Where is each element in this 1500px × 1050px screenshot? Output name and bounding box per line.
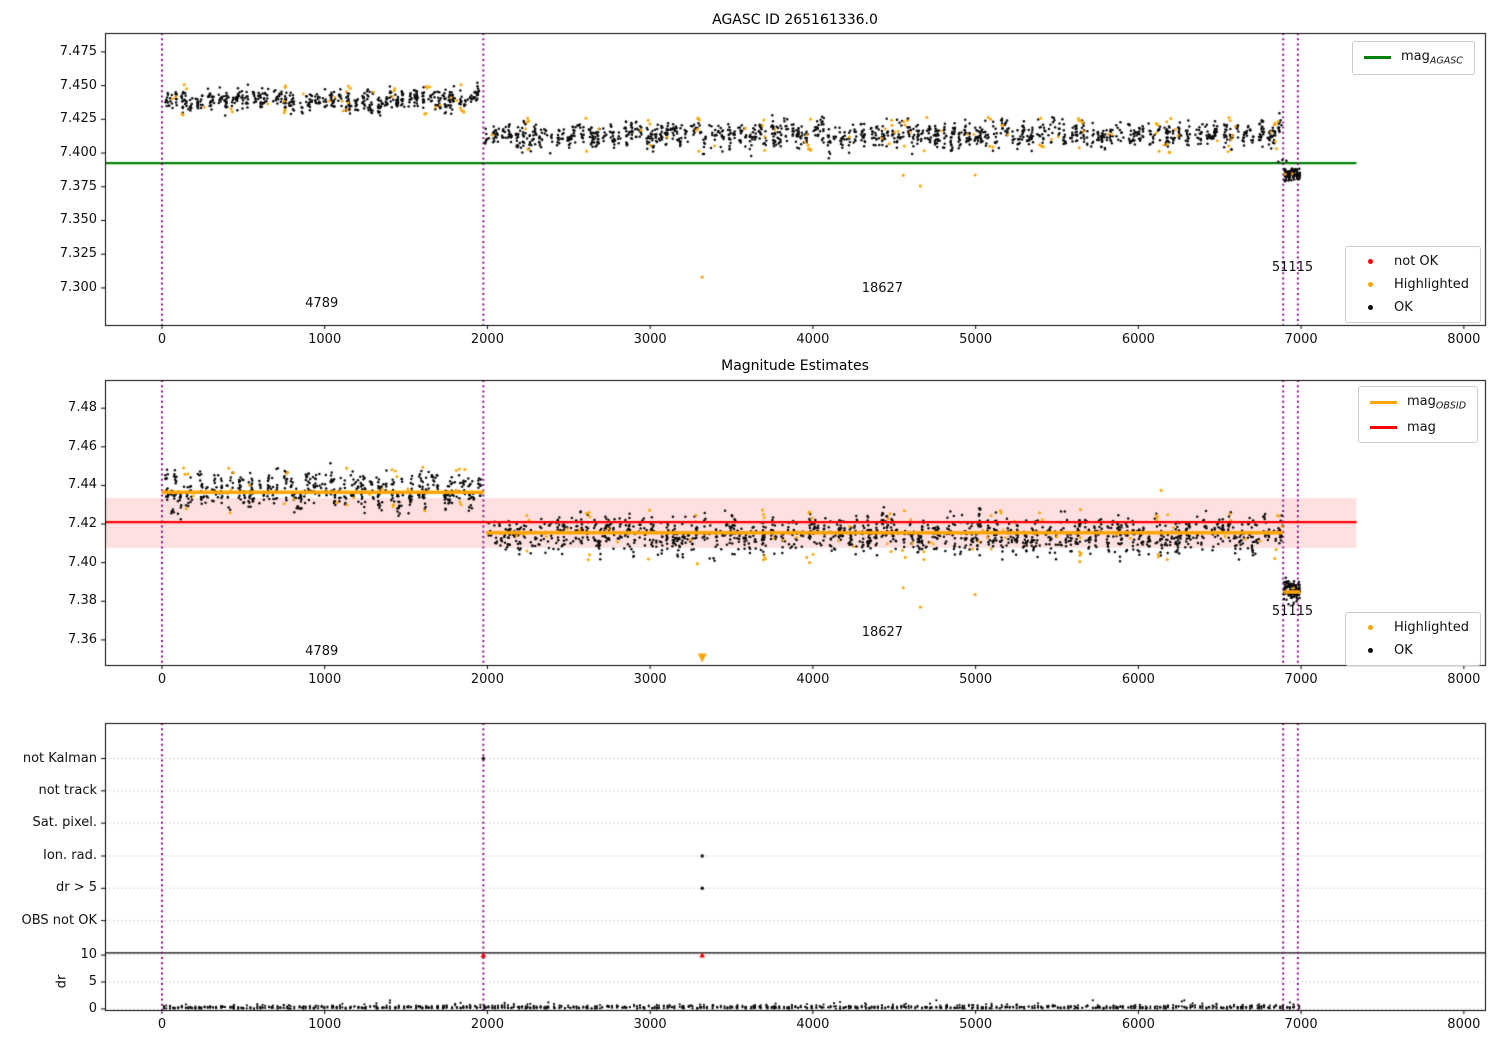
x-tick-label: 7000	[1284, 1017, 1318, 1032]
x-tick-label: 2000	[470, 332, 504, 347]
legend-dot-swatch	[1357, 305, 1384, 310]
x-tick-label: 6000	[1121, 1017, 1155, 1032]
x-tick-label: 0	[157, 672, 167, 687]
x-tick-label: 8000	[1447, 332, 1481, 347]
legend-entry: OK	[1357, 643, 1469, 658]
legend-label: OK	[1394, 643, 1413, 658]
x-tick-label: 4000	[796, 332, 830, 347]
legend-label: magAGASC	[1401, 49, 1463, 67]
y-tick-label: 7.36	[68, 631, 97, 647]
legend-entry: not OK	[1357, 254, 1469, 269]
y-tick-label: OBS not OK	[21, 912, 98, 928]
y-tick-label: 7.300	[59, 279, 97, 295]
legend-entry: magAGASC	[1364, 49, 1463, 67]
legend-chart0-1: not OK Highlighted OK	[1345, 246, 1481, 323]
x-tick-label: 3000	[633, 672, 667, 687]
y-tick-label: 0	[88, 1000, 97, 1016]
middle-chart-title: Magnitude Estimates	[721, 358, 869, 374]
legend-entry: magOBSID	[1370, 394, 1466, 412]
x-tick-label: 3000	[633, 1017, 667, 1032]
y-tick-label: 7.350	[59, 212, 97, 228]
legend-line-swatch	[1370, 425, 1397, 429]
x-tick-label: 5000	[959, 672, 993, 687]
x-tick-label: 4000	[796, 1017, 830, 1032]
y-tick-label: not track	[38, 782, 97, 798]
x-tick-label: 3000	[633, 332, 667, 347]
x-tick-label: 2000	[470, 1017, 504, 1032]
y-tick-label: dr > 5	[55, 880, 97, 896]
y-tick-label: Sat. pixel.	[32, 815, 97, 831]
legend-entry: OK	[1357, 300, 1469, 315]
figure-canvas	[0, 0, 1500, 1050]
dr-axis-label: dr	[54, 974, 70, 989]
x-tick-label: 1000	[308, 1017, 342, 1032]
legend-chart1-1: Highlighted OK	[1345, 612, 1481, 666]
legend-entry: Highlighted	[1357, 620, 1469, 635]
y-tick-label: 5	[88, 974, 97, 989]
y-tick-label: not Kalman	[22, 750, 97, 766]
legend-entry: mag	[1370, 420, 1466, 435]
x-tick-label: 5000	[959, 332, 993, 347]
legend-line-swatch	[1370, 401, 1397, 405]
y-tick-label: Ion. rad.	[43, 848, 97, 863]
legend-label: OK	[1394, 300, 1413, 315]
y-tick-label: 7.48	[68, 400, 97, 416]
x-tick-label: 6000	[1121, 332, 1155, 347]
x-tick-label: 0	[157, 1017, 167, 1032]
legend-chart1-0: magOBSID mag	[1358, 386, 1479, 443]
legend-dot-swatch	[1357, 648, 1384, 653]
x-tick-label: 1000	[308, 332, 342, 347]
legend-dot-swatch	[1357, 259, 1384, 264]
y-tick-label: 7.400	[59, 145, 97, 161]
obsid-annotation: 51115	[1271, 259, 1314, 275]
x-tick-label: 7000	[1284, 672, 1318, 687]
legend-line-swatch	[1364, 56, 1391, 60]
x-tick-label: 6000	[1121, 672, 1155, 687]
legend-chart0-0: magAGASC	[1352, 41, 1475, 75]
obsid-annotation: 18627	[861, 281, 904, 297]
x-tick-label: 4000	[796, 672, 830, 687]
y-tick-label: 7.325	[59, 246, 97, 262]
top-chart-title: AGASC ID 265161336.0	[712, 12, 878, 28]
x-tick-label: 2000	[470, 672, 504, 687]
legend-dot-swatch	[1357, 282, 1384, 287]
x-tick-label: 5000	[959, 1017, 993, 1032]
legend-label: not OK	[1394, 254, 1439, 269]
y-tick-label: 7.38	[68, 593, 97, 609]
x-tick-label: 8000	[1447, 1017, 1481, 1032]
y-tick-label: 7.375	[59, 178, 97, 194]
x-tick-label: 0	[157, 332, 167, 347]
x-tick-label: 1000	[308, 672, 342, 687]
obsid-annotation: 4789	[305, 296, 339, 311]
legend-entry: Highlighted	[1357, 277, 1469, 292]
legend-label: mag	[1407, 419, 1436, 435]
x-tick-label: 8000	[1447, 672, 1481, 687]
y-tick-label: 7.475	[59, 43, 97, 59]
obsid-annotation: 51115	[1271, 603, 1314, 619]
y-tick-label: 7.40	[68, 554, 97, 570]
y-tick-label: 7.44	[68, 477, 97, 493]
legend-dot-swatch	[1357, 625, 1384, 630]
agasc-magnitude-figure: AGASC ID 265161336.0 Magnitude Estimates…	[0, 0, 1500, 1050]
y-tick-label: 7.46	[68, 438, 97, 454]
legend-label: Highlighted	[1394, 277, 1469, 292]
y-tick-label: 10	[80, 947, 97, 963]
obsid-annotation: 18627	[861, 625, 904, 641]
y-tick-label: 7.450	[59, 77, 97, 93]
y-tick-label: 7.42	[68, 516, 97, 532]
x-tick-label: 7000	[1284, 332, 1318, 347]
legend-label: magOBSID	[1407, 394, 1467, 412]
y-tick-label: 7.425	[59, 111, 97, 127]
obsid-annotation: 4789	[305, 643, 339, 659]
legend-label: Highlighted	[1394, 620, 1469, 635]
